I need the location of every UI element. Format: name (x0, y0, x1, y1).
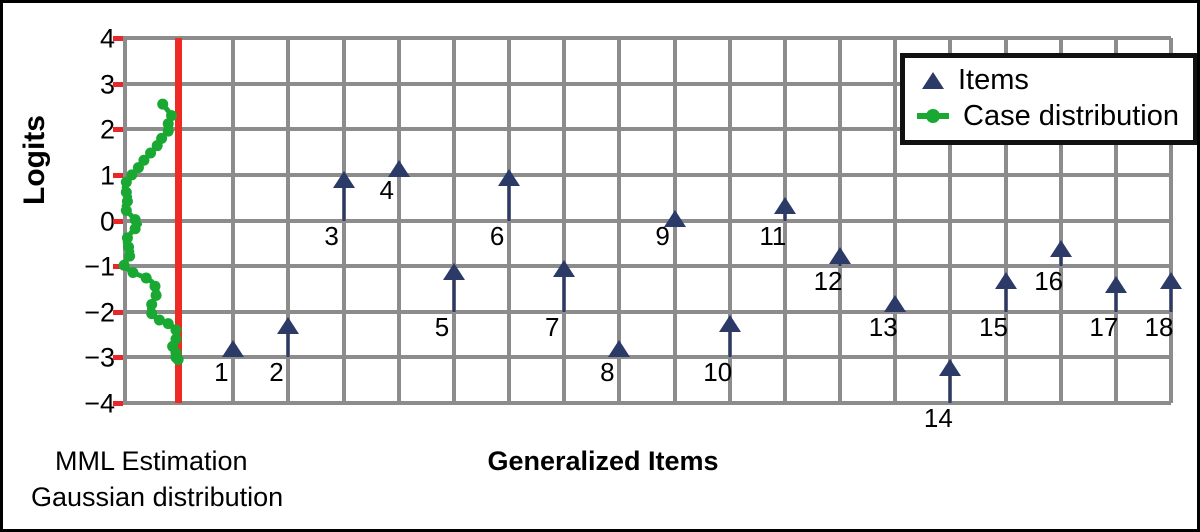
item-label: 15 (979, 311, 1008, 342)
item-marker[interactable] (1104, 276, 1127, 294)
item-marker[interactable] (222, 340, 245, 358)
footnote-line-1: MML Estimation (55, 446, 248, 476)
item-label: 11 (759, 220, 787, 251)
case-distribution-point (118, 259, 130, 271)
item-marker[interactable] (718, 315, 741, 333)
triangle-icon (922, 71, 944, 89)
case-distribution-point (129, 223, 141, 235)
item-label: 9 (655, 220, 670, 251)
y-tick-mark (113, 127, 123, 133)
item-label: 4 (379, 174, 395, 205)
legend: Items Case distribution (900, 53, 1197, 145)
item-label: 1 (214, 357, 229, 388)
case-distribution-point (120, 176, 132, 188)
item-label: 8 (600, 357, 615, 388)
item-marker[interactable] (553, 260, 576, 278)
item-marker[interactable] (884, 294, 907, 312)
item-label: 10 (703, 357, 733, 388)
item-label: 17 (1089, 311, 1119, 342)
legend-label-case: Case distribution (963, 99, 1179, 132)
line-marker-icon (917, 109, 949, 123)
case-distribution-point (140, 272, 152, 284)
item-label: 6 (489, 220, 505, 251)
case-distribution-point (172, 354, 184, 366)
y-tick-label: −4 (84, 388, 115, 419)
legend-row-case: Case distribution (917, 98, 1179, 134)
item-label: 7 (545, 311, 560, 342)
item-marker[interactable] (773, 196, 796, 214)
item-marker[interactable] (1160, 271, 1182, 289)
y-tick-mark (113, 401, 123, 406)
legend-label-items: Items (958, 63, 1029, 96)
item-label: 3 (324, 220, 339, 251)
y-axis-title: Logits (18, 115, 51, 205)
y-tick-label: −2 (84, 297, 115, 328)
case-distribution-point (120, 204, 132, 216)
y-tick-mark (113, 36, 123, 41)
item-marker[interactable] (939, 358, 962, 376)
y-tick-mark (113, 309, 123, 315)
item-label: 5 (434, 311, 450, 342)
y-tick-mark (113, 172, 123, 178)
y-tick-mark (113, 81, 123, 87)
y-tick-label: −3 (84, 342, 115, 373)
case-distribution-point (124, 250, 136, 262)
item-label: 12 (813, 266, 843, 297)
y-tick-mark (113, 218, 123, 224)
item-label: 16 (1034, 266, 1064, 297)
item-label: 14 (923, 403, 953, 433)
case-distribution-point (127, 267, 139, 279)
y-tick-mark (113, 355, 123, 361)
item-marker[interactable] (608, 340, 631, 358)
y-axis-tick-labels: 4 3 2 1 0 −1 −2 −3 −4 (84, 25, 115, 417)
legend-row-items: Items (917, 62, 1179, 98)
item-marker[interactable] (442, 262, 465, 280)
footnote: MML Estimation Gaussian distribution (31, 443, 283, 516)
item-marker[interactable] (994, 271, 1017, 289)
item-label: 13 (868, 311, 898, 342)
item-marker[interactable] (498, 169, 521, 187)
item-marker[interactable] (829, 246, 852, 264)
case-distribution-point (157, 98, 169, 110)
y-tick-label: −1 (84, 251, 115, 282)
item-label: 18 (1144, 311, 1174, 342)
item-marker[interactable] (332, 171, 355, 189)
item-label: 2 (269, 357, 284, 388)
item-marker[interactable] (277, 317, 300, 335)
item-marker[interactable] (1049, 239, 1072, 257)
footnote-line-2: Gaussian distribution (31, 482, 284, 513)
figure-container: Logits 4 3 2 1 0 −1 −2 −3 −4 1 2 3 4 5 6 7 8 9 10 11 12 13 14… (0, 0, 1200, 532)
